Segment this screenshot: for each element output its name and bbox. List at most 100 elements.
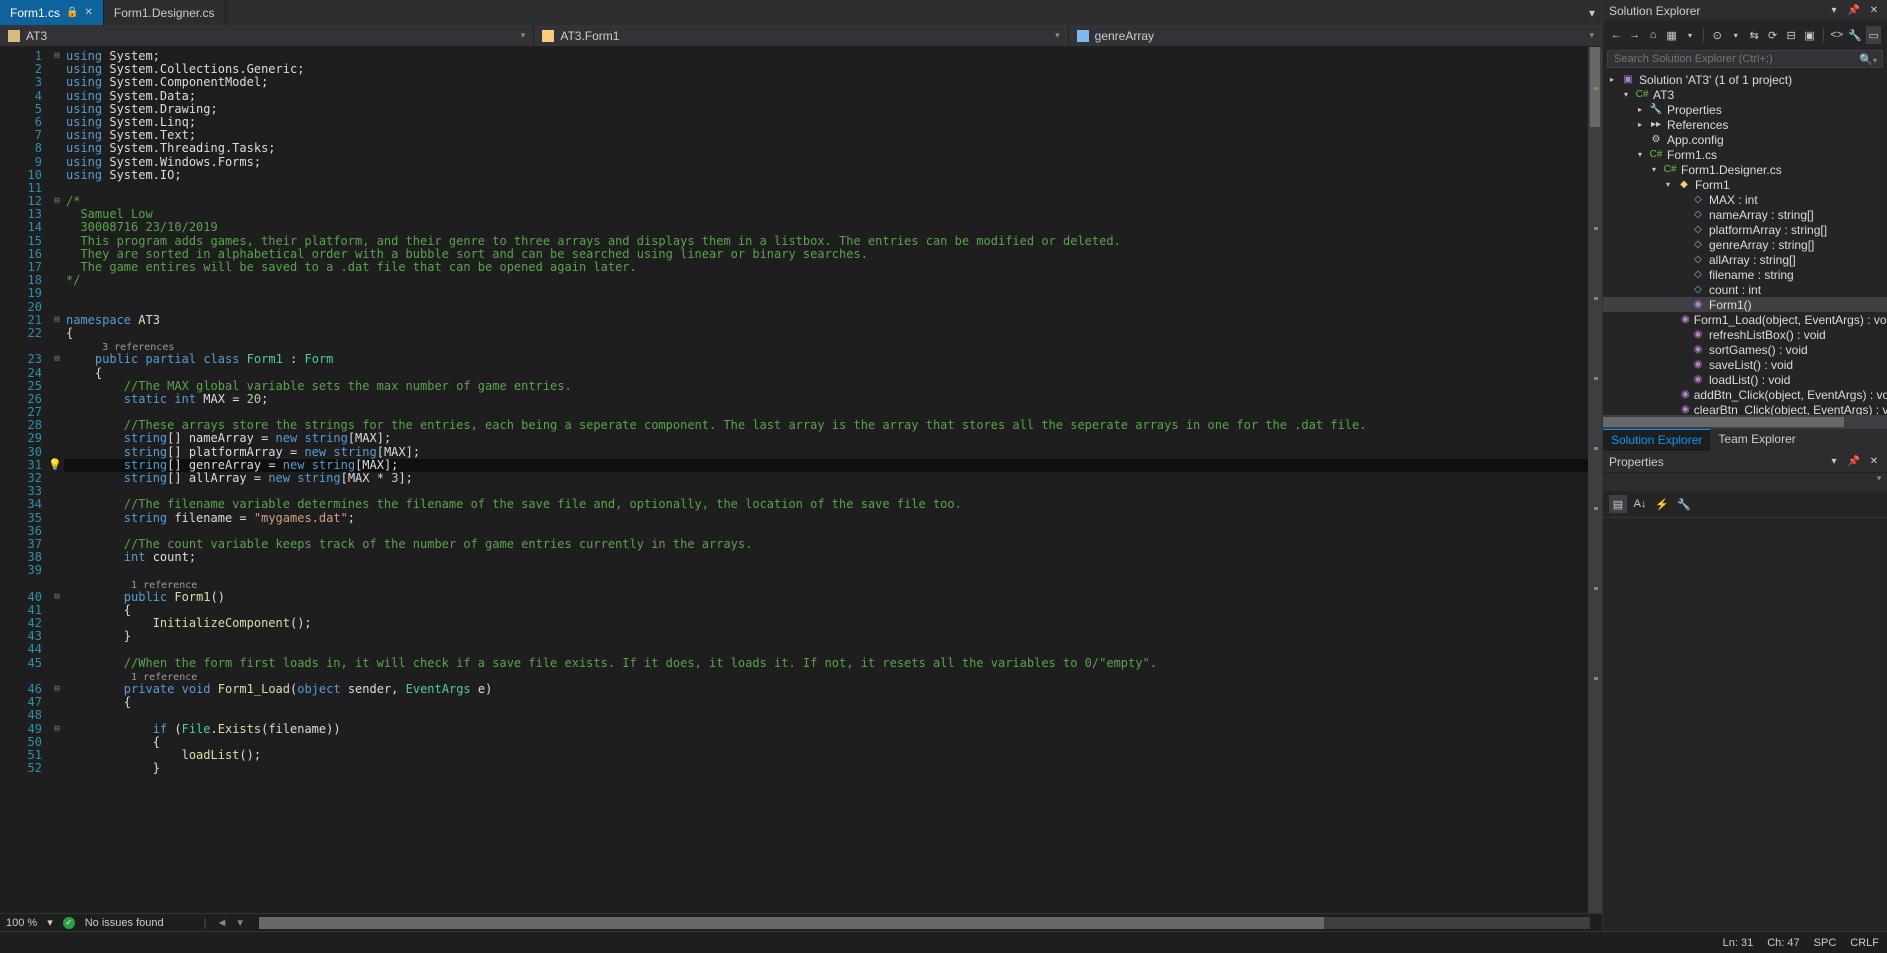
nav-caret[interactable]: ▾: [237, 916, 243, 929]
tree-node[interactable]: ◇MAX : int: [1603, 192, 1887, 207]
nav-class[interactable]: AT3.Form1 ▾: [534, 25, 1068, 46]
home-icon[interactable]: ⌂: [1646, 26, 1660, 44]
refresh-icon[interactable]: ⟳: [1765, 26, 1779, 44]
collapse-icon[interactable]: ⊟: [1784, 26, 1798, 44]
close-icon[interactable]: ✕: [1867, 456, 1881, 467]
tree-node[interactable]: ▸▣Solution 'AT3' (1 of 1 project): [1603, 72, 1887, 87]
issues-label[interactable]: No issues found: [85, 917, 164, 929]
line-number-gutter: 1234567891011121314151617181920212223242…: [0, 47, 50, 913]
tree-node[interactable]: ▸🔧Properties: [1603, 102, 1887, 117]
tree-label: Properties: [1667, 102, 1722, 118]
close-icon[interactable]: ✕: [84, 7, 92, 18]
tree-label: Form1: [1695, 177, 1730, 193]
nav-label: AT3: [26, 29, 47, 43]
status-char[interactable]: Ch: 47: [1767, 937, 1799, 949]
tree-node[interactable]: ▾C#Form1.cs: [1603, 147, 1887, 162]
tab-form1-designer-cs[interactable]: Form1.Designer.cs: [104, 0, 226, 25]
pin-icon[interactable]: 📌: [1847, 5, 1861, 16]
status-indent[interactable]: SPC: [1814, 937, 1837, 949]
vertical-scrollbar[interactable]: ✚: [1588, 47, 1602, 913]
caret-icon[interactable]: ▾: [1683, 26, 1697, 44]
properties-object-dropdown[interactable]: ▾: [1603, 473, 1887, 491]
switch-views-icon[interactable]: ▦: [1664, 26, 1678, 44]
nav-member[interactable]: genreArray ▾: [1069, 25, 1602, 46]
file-tabs: Form1.cs 🔒 ✕ Form1.Designer.cs ▾: [0, 0, 1602, 25]
tab-team-explorer[interactable]: Team Explorer: [1710, 429, 1803, 451]
code-area[interactable]: using System;using System.Collections.Ge…: [64, 47, 1588, 913]
tree-node[interactable]: ▾◆Form1: [1603, 177, 1887, 192]
lightbulb-icon[interactable]: 💡: [48, 458, 62, 471]
tree-node[interactable]: ▾C#Form1.Designer.cs: [1603, 162, 1887, 177]
tree-node[interactable]: ▸▸▸References: [1603, 117, 1887, 132]
chevron-down-icon: ▾: [521, 30, 526, 41]
tree-horizontal-scrollbar[interactable]: [1603, 415, 1887, 429]
properties-wrench-icon[interactable]: 🔧: [1675, 495, 1693, 513]
tabs-dropdown[interactable]: ▾: [1582, 0, 1602, 25]
solution-tree[interactable]: ▸▣Solution 'AT3' (1 of 1 project)▾C#AT3▸…: [1603, 70, 1887, 415]
code-editor[interactable]: 1234567891011121314151617181920212223242…: [0, 47, 1602, 913]
events-icon[interactable]: ⚡: [1653, 495, 1671, 513]
tree-caret[interactable]: ▾: [1621, 87, 1631, 103]
forward-icon[interactable]: →: [1627, 26, 1641, 44]
tree-node[interactable]: ◉sortGames() : void: [1603, 342, 1887, 357]
fold-column[interactable]: ⊟⊟⊟⊟⊟⊟⊟: [50, 47, 64, 913]
tree-caret[interactable]: ▾: [1649, 162, 1659, 178]
pin-icon[interactable]: 📌: [1847, 456, 1861, 467]
tree-node[interactable]: ◉Form1(): [1603, 297, 1887, 312]
tab-label: Form1.Designer.cs: [114, 6, 215, 20]
tree-node[interactable]: ◇count : int: [1603, 282, 1887, 297]
filter-icon[interactable]: ⊙: [1710, 26, 1724, 44]
nav-namespace[interactable]: AT3 ▾: [0, 25, 534, 46]
tree-caret[interactable]: ▾: [1663, 177, 1673, 193]
code-icon[interactable]: <>: [1830, 26, 1844, 44]
panel-title: Properties: [1609, 455, 1821, 469]
tree-caret[interactable]: ▸: [1635, 117, 1645, 133]
back-icon[interactable]: ←: [1609, 26, 1623, 44]
window-dropdown-button[interactable]: ▾: [1827, 5, 1841, 16]
status-line[interactable]: Ln: 31: [1723, 937, 1754, 949]
tree-node[interactable]: ⚙App.config: [1603, 132, 1887, 147]
tree-caret[interactable]: ▸: [1607, 72, 1617, 88]
tree-label: Form1.cs: [1667, 147, 1717, 163]
tree-node[interactable]: ◉loadList() : void: [1603, 372, 1887, 387]
tree-label: filename : string: [1709, 267, 1794, 283]
zoom-caret[interactable]: ▾: [47, 916, 53, 929]
tree-node[interactable]: ◇nameArray : string[]: [1603, 207, 1887, 222]
tree-caret[interactable]: ▸: [1635, 102, 1645, 118]
horizontal-scrollbar[interactable]: [259, 917, 1590, 929]
tree-caret[interactable]: ▾: [1635, 147, 1645, 163]
show-all-icon[interactable]: ▣: [1802, 26, 1816, 44]
tree-node[interactable]: ◉clearBtn_Click(object, EventArgs) : voi…: [1603, 402, 1887, 415]
mth-icon: ◉: [1691, 344, 1705, 356]
tree-node[interactable]: ◉saveList() : void: [1603, 357, 1887, 372]
properties-icon[interactable]: 🔧: [1848, 26, 1862, 44]
tree-label: platformArray : string[]: [1709, 222, 1827, 238]
tree-node[interactable]: ◇filename : string: [1603, 267, 1887, 282]
tree-node[interactable]: ◉Form1_Load(object, EventArgs) : void: [1603, 312, 1887, 327]
sync-icon[interactable]: ⇆: [1747, 26, 1761, 44]
tree-label: Form1.Designer.cs: [1681, 162, 1782, 178]
cfg-icon: ⚙: [1649, 134, 1663, 146]
tab-solution-explorer[interactable]: Solution Explorer: [1603, 429, 1710, 451]
tree-node[interactable]: ◇genreArray : string[]: [1603, 237, 1887, 252]
solution-search-input[interactable]: [1607, 50, 1883, 68]
tab-form1-cs[interactable]: Form1.cs 🔒 ✕: [0, 0, 104, 25]
tree-node[interactable]: ◉refreshListBox() : void: [1603, 327, 1887, 342]
tree-node[interactable]: ◇allArray : string[]: [1603, 252, 1887, 267]
window-dropdown-button[interactable]: ▾: [1827, 456, 1841, 467]
close-icon[interactable]: ✕: [1867, 5, 1881, 16]
scrollbar-thumb[interactable]: [1603, 417, 1844, 427]
preview-icon[interactable]: ▭: [1866, 26, 1880, 44]
tree-node[interactable]: ▾C#AT3: [1603, 87, 1887, 102]
tree-node[interactable]: ◇platformArray : string[]: [1603, 222, 1887, 237]
tree-node[interactable]: ◉addBtn_Click(object, EventArgs) : void: [1603, 387, 1887, 402]
scrollbar-thumb[interactable]: [259, 917, 1324, 929]
categorized-icon[interactable]: ▤: [1609, 495, 1627, 513]
status-eol[interactable]: CRLF: [1850, 937, 1879, 949]
zoom-level[interactable]: 100 %: [6, 917, 37, 929]
caret-icon[interactable]: ▾: [1729, 26, 1743, 44]
solution-search: 🔍▾: [1603, 48, 1887, 70]
search-icon[interactable]: 🔍▾: [1859, 53, 1877, 66]
alphabetical-icon[interactable]: A↓: [1631, 495, 1649, 513]
nav-back[interactable]: ◄: [216, 917, 227, 929]
